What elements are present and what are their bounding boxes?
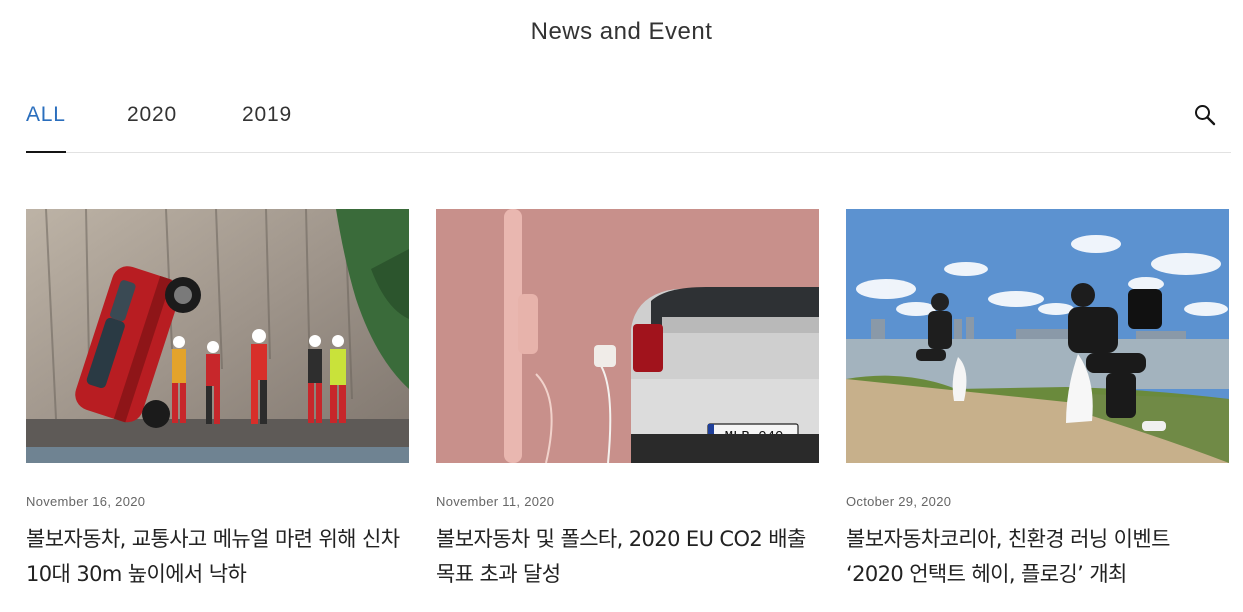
tab-2019[interactable]: 2019 bbox=[242, 100, 292, 152]
plogging-event-image[interactable] bbox=[846, 209, 1229, 463]
tab-2020[interactable]: 2020 bbox=[127, 100, 177, 152]
article-date: November 11, 2020 bbox=[436, 494, 555, 509]
tab-all[interactable]: ALL bbox=[26, 100, 66, 153]
article-title[interactable]: 볼보자동차코리아, 친환경 러닝 이벤트 ‘2020 언택트 헤이, 플로깅’ … bbox=[846, 522, 1229, 592]
news-card[interactable]: October 29, 2020 볼보자동차코리아, 친환경 러닝 이벤트 ‘2… bbox=[846, 209, 1229, 592]
article-title[interactable]: 볼보자동차, 교통사고 메뉴얼 마련 위해 신차 10대 30m 높이에서 낙하 bbox=[26, 522, 409, 592]
crash-test-image[interactable] bbox=[26, 209, 409, 463]
news-card[interactable]: MLB 040 November 11, 2020 볼보자동차 및 폴스타, 2… bbox=[436, 209, 819, 592]
search-button[interactable] bbox=[1193, 103, 1217, 127]
year-filter-tabs: ALL 2020 2019 bbox=[26, 100, 1231, 153]
article-date: November 16, 2020 bbox=[26, 494, 146, 509]
search-icon bbox=[1195, 105, 1216, 126]
article-date: October 29, 2020 bbox=[846, 494, 952, 509]
article-title[interactable]: 볼보자동차 및 폴스타, 2020 EU CO2 배출 목표 초과 달성 bbox=[436, 522, 819, 592]
charging-car-image[interactable]: MLB 040 bbox=[436, 209, 819, 463]
news-card[interactable]: November 16, 2020 볼보자동차, 교통사고 메뉴얼 마련 위해 … bbox=[26, 209, 409, 592]
page-title: News and Event bbox=[530, 18, 713, 45]
